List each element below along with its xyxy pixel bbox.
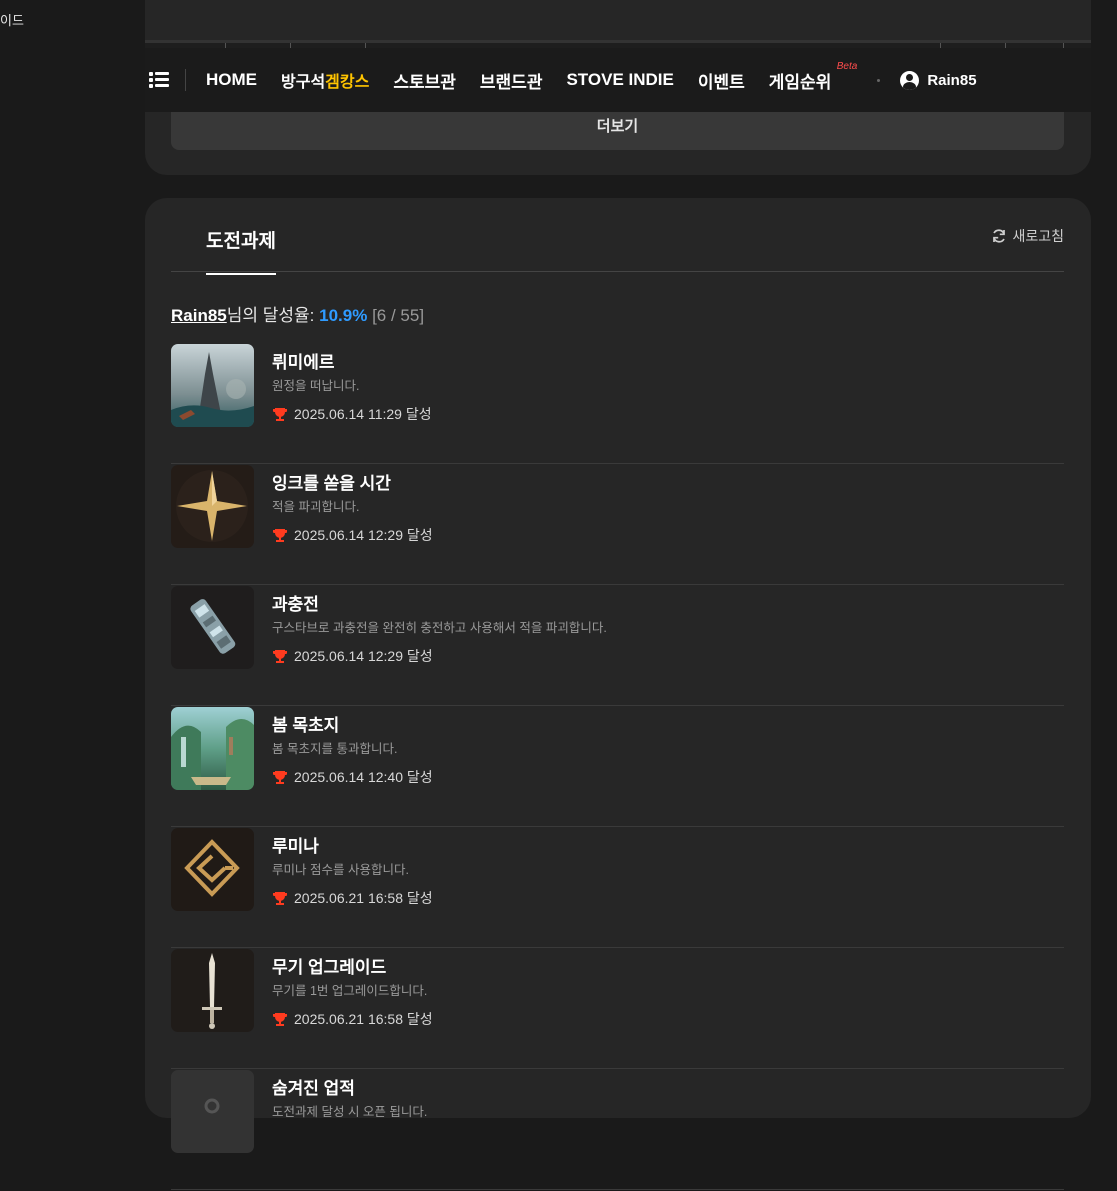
achievement-title: 과충전 [272, 595, 319, 614]
user-menu[interactable]: Rain85 [900, 70, 977, 90]
nav-divider [185, 69, 186, 91]
achievement-list: 뤼미에르 원정을 떠납니다. 2025.06.14 11:29 달성 잉크를 쏟… [171, 344, 1064, 1191]
list-item: 루미나 루미나 점수를 사용합니다. 2025.06.21 16:58 달성 [171, 828, 1064, 948]
list-item: 과충전 구스타브로 과충전을 완전히 충전하고 사용해서 적을 파괴합니다. 2… [171, 586, 1064, 706]
achievement-desc: 무기를 1번 업그레이드합니다. [272, 984, 428, 998]
achievement-desc: 루미나 점수를 사용합니다. [272, 863, 409, 877]
list-item: 봄 목초지 봄 목초지를 통과합니다. 2025.06.14 12:40 달성 [171, 707, 1064, 827]
nav-store[interactable]: 스토브관 [393, 68, 456, 93]
gold-star-image [171, 465, 254, 548]
achievement-date: 2025.06.21 16:58 달성 [272, 1009, 433, 1029]
list-item: 잉크를 쏟을 시간 적을 파괴합니다. 2025.06.14 12:29 달성 [171, 465, 1064, 585]
achievement-date-text: 2025.06.14 12:29 달성 [294, 527, 433, 543]
achievement-title: 뤼미에르 [272, 353, 335, 372]
username: Rain85 [927, 71, 977, 89]
achievement-date: 2025.06.14 12:40 달성 [272, 767, 433, 787]
achievement-title: 봄 목초지 [272, 716, 340, 735]
sword-image [171, 949, 254, 1032]
nav-gamgangs[interactable]: 방구석겜캉스 [281, 68, 369, 92]
achievement-date-text: 2025.06.21 16:58 달성 [294, 890, 433, 906]
nav-game-rank[interactable]: 게임순위 Beta [768, 61, 858, 93]
nav-gamgangs-accent: 겜캉스 [325, 74, 370, 91]
achievement-desc: 봄 목초지를 통과합니다. [272, 742, 398, 756]
rate-percent: 10.9% [319, 306, 368, 325]
nav-home[interactable]: HOME [206, 70, 257, 90]
list-item: 숨겨진 업적 도전과제 달성 시 오픈 됩니다. [171, 1070, 1064, 1190]
tab-achievements[interactable]: 도전과제 [206, 226, 276, 275]
mechanical-arm-image [171, 586, 254, 669]
achievement-date-text: 2025.06.21 16:58 달성 [294, 1011, 433, 1027]
corner-text: 이드 [0, 13, 24, 28]
beta-badge: Beta [836, 60, 858, 72]
trophy-icon [272, 1013, 288, 1026]
achievement-title: 숨겨진 업적 [272, 1079, 355, 1098]
menu-list-icon[interactable] [147, 68, 171, 92]
achievement-date: 2025.06.14 12:29 달성 [272, 646, 433, 666]
trophy-icon [272, 892, 288, 905]
achievement-date-text: 2025.06.14 11:29 달성 [294, 406, 432, 422]
achievement-date: 2025.06.21 16:58 달성 [272, 888, 433, 908]
achievement-desc: 도전과제 달성 시 오픈 됩니다. [272, 1105, 428, 1119]
achievements-card: 도전과제 새로고침 Rain85님의 달성율: 10.9% [6 / 55] 뤼… [145, 198, 1091, 1190]
trophy-icon [272, 771, 288, 784]
nav-stove-indie[interactable]: STOVE INDIE [566, 70, 673, 90]
achievement-desc: 원정을 떠납니다. [272, 379, 360, 393]
rate-label: 님의 달성율: [226, 306, 320, 325]
global-nav-bar: HOME 방구석겜캉스 스토브관 브랜드관 STOVE INDIE 이벤트 게임… [145, 48, 1091, 112]
user-icon [900, 70, 920, 90]
refresh-button[interactable]: 새로고침 [991, 226, 1064, 246]
list-item: 뤼미에르 원정을 떠납니다. 2025.06.14 11:29 달성 [171, 344, 1064, 464]
refresh-label: 새로고침 [1012, 228, 1064, 244]
rate-count: [6 / 55] [372, 306, 425, 325]
achievement-desc: 적을 파괴합니다. [272, 500, 360, 514]
locked-image [171, 1070, 254, 1153]
nav-game-rank-label: 게임순위 [768, 72, 832, 92]
refresh-icon [993, 229, 1006, 243]
nav-event[interactable]: 이벤트 [698, 68, 745, 93]
spring-meadow-image [171, 707, 254, 790]
achievement-desc: 구스타브로 과충전을 완전히 충전하고 사용해서 적을 파괴합니다. [272, 621, 607, 635]
trophy-icon [272, 529, 288, 542]
achievement-date-text: 2025.06.14 12:29 달성 [294, 648, 433, 664]
tab-bar: 도전과제 새로고침 [171, 198, 1064, 275]
rate-username[interactable]: Rain85 [171, 306, 227, 325]
achievement-title: 무기 업그레이드 [272, 958, 387, 977]
trophy-icon [272, 408, 288, 421]
achievement-title: 잉크를 쏟을 시간 [272, 474, 391, 493]
trophy-icon [272, 650, 288, 663]
achievement-date-text: 2025.06.14 12:40 달성 [294, 769, 433, 785]
achievement-title: 루미나 [272, 837, 319, 856]
nav-gamgangs-prefix: 방구석 [281, 74, 326, 91]
achievement-date: 2025.06.14 12:29 달성 [272, 525, 433, 545]
nav-brand[interactable]: 브랜드관 [480, 68, 543, 93]
achievement-date: 2025.06.14 11:29 달성 [272, 404, 432, 424]
list-item: 무기 업그레이드 무기를 1번 업그레이드합니다. 2025.06.21 16:… [171, 949, 1064, 1069]
achievement-rate: Rain85님의 달성율: 10.9% [6 / 55] [171, 301, 424, 326]
nav-dot [877, 78, 881, 82]
tower-landscape-image [171, 344, 254, 427]
gold-sigil-image [171, 828, 254, 911]
